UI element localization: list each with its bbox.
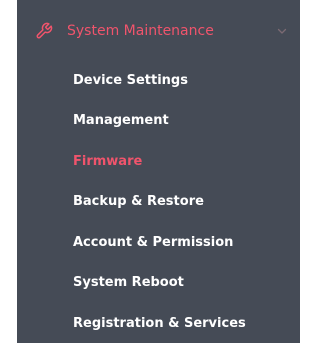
system-maintenance-submenu: Device Settings Management Firmware Back…: [17, 60, 300, 344]
submenu-item-system-reboot[interactable]: System Reboot: [17, 263, 300, 304]
system-maintenance-label: System Maintenance: [67, 23, 214, 39]
submenu-item-backup-restore[interactable]: Backup & Restore: [17, 182, 300, 223]
submenu-item-device-settings[interactable]: Device Settings: [17, 60, 300, 101]
system-maintenance-menu[interactable]: System Maintenance: [17, 12, 300, 52]
submenu-item-account-permission[interactable]: Account & Permission: [17, 222, 300, 263]
chevron-down-icon[interactable]: [277, 26, 287, 36]
submenu-item-registration-services[interactable]: Registration & Services: [17, 303, 300, 344]
submenu-item-management[interactable]: Management: [17, 101, 300, 142]
submenu-item-firmware[interactable]: Firmware: [17, 141, 300, 182]
wrench-icon: [36, 22, 53, 39]
sidebar-panel: System Maintenance Device Settings Manag…: [17, 0, 300, 343]
